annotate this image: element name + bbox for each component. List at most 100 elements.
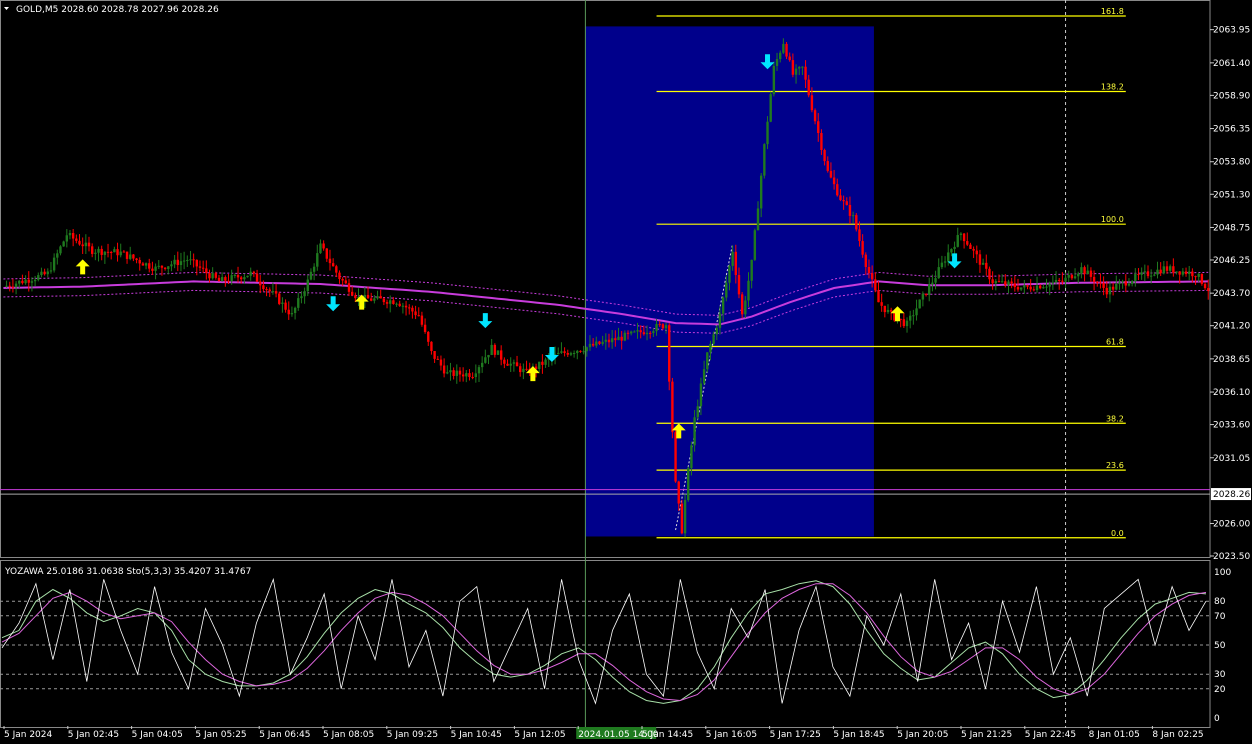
- candle-body: [1184, 271, 1188, 275]
- candle-body: [826, 161, 829, 171]
- time-tick-label: 5 Jan 08:05: [323, 730, 374, 740]
- candle-body: [1191, 271, 1194, 277]
- candle-body: [617, 336, 620, 341]
- candle-body: [1007, 281, 1010, 285]
- candle-body: [750, 259, 753, 281]
- candle-body: [848, 204, 852, 216]
- candle-body: [921, 293, 925, 300]
- candle-body: [65, 235, 69, 242]
- candle-body: [201, 267, 205, 269]
- stoch-tick-label: 50: [1214, 641, 1226, 651]
- candle-body: [1035, 285, 1039, 291]
- price-tick-label: 2041.20: [1213, 322, 1250, 332]
- candle-body: [1000, 281, 1004, 283]
- candle-body: [544, 359, 547, 365]
- time-tick-label: 5 Jan 02:45: [68, 730, 119, 740]
- candle-body: [706, 352, 709, 370]
- candle-body: [918, 299, 921, 309]
- candle-body: [30, 281, 34, 283]
- candle-body: [449, 370, 452, 373]
- candle-body: [569, 353, 573, 355]
- candle-body: [908, 315, 912, 321]
- price-chart[interactable]: 161.8 138.2 100.0 61.8 38.2 23.6 0.0 2063.95 20…: [0, 0, 1252, 744]
- candle-body: [281, 302, 284, 304]
- candle-body: [220, 277, 224, 282]
- candle-body: [639, 330, 642, 333]
- candle-body: [877, 290, 880, 303]
- candle-body: [471, 377, 474, 379]
- candle-body: [271, 291, 275, 293]
- candle-body: [1156, 269, 1159, 275]
- candle-body: [674, 432, 677, 482]
- candle-body: [373, 298, 376, 301]
- candle-body: [1111, 286, 1115, 290]
- candle-body: [205, 268, 208, 274]
- candle-body: [1073, 276, 1077, 279]
- candle-body: [595, 341, 598, 346]
- candle-body: [671, 381, 674, 433]
- candle-body: [243, 277, 246, 280]
- candle-body: [696, 406, 699, 418]
- candle-body: [985, 262, 988, 269]
- candle-body: [297, 298, 300, 308]
- candle-body: [823, 149, 826, 162]
- candle-body: [249, 271, 252, 276]
- candle-body: [347, 283, 351, 292]
- candle-body: [1121, 281, 1124, 283]
- time-tick-label: 5 Jan 06:45: [259, 730, 310, 740]
- candle-body: [262, 285, 265, 290]
- candle-body: [306, 279, 309, 292]
- candle-body: [782, 43, 785, 53]
- candle-body: [1019, 287, 1023, 290]
- candle-body: [1080, 267, 1083, 274]
- candle-body: [607, 339, 611, 343]
- candle-body: [785, 43, 788, 57]
- candle-body: [858, 229, 861, 242]
- candle-body: [100, 248, 103, 255]
- candle-body: [167, 266, 170, 269]
- candle-body: [947, 252, 950, 262]
- candle-body: [883, 305, 887, 313]
- candle-body: [699, 383, 703, 407]
- candle-body: [1048, 283, 1051, 287]
- candle-body: [78, 240, 81, 245]
- candle-body: [173, 259, 176, 265]
- stoch-tick-label: 20: [1214, 685, 1226, 695]
- candle-body: [484, 357, 487, 363]
- candle-body: [33, 279, 37, 282]
- candle-body: [962, 233, 966, 242]
- candle-body: [794, 68, 798, 75]
- candle-body: [712, 334, 715, 344]
- candle-body: [287, 309, 290, 315]
- candle-body: [966, 241, 969, 245]
- candle-body: [328, 258, 332, 264]
- candle-body: [664, 325, 668, 329]
- price-tick-label: 2033.60: [1213, 421, 1250, 431]
- candle-body: [278, 293, 281, 304]
- candle-body: [737, 275, 741, 295]
- candle-body: [395, 303, 398, 305]
- candle-body: [975, 250, 978, 255]
- candle-body: [845, 201, 848, 205]
- candle-body: [1038, 285, 1042, 289]
- fib-level-label: 0.0: [1111, 529, 1124, 538]
- candle-body: [284, 302, 287, 310]
- candle-body: [522, 368, 525, 373]
- candle-body: [956, 235, 959, 247]
- candle-body: [791, 60, 795, 75]
- candle-body: [129, 254, 132, 259]
- candle-body: [725, 282, 728, 298]
- candle-body: [496, 350, 500, 355]
- candle-body: [474, 373, 478, 378]
- candle-body: [744, 300, 747, 315]
- candle-body: [687, 468, 690, 501]
- candle-body: [52, 257, 56, 271]
- candle-body: [316, 253, 319, 267]
- candle-body: [937, 267, 940, 279]
- candle-body: [246, 275, 249, 278]
- candle-body: [90, 246, 94, 254]
- candle-body: [649, 332, 652, 334]
- candle-body: [1175, 271, 1178, 273]
- candle-body: [1010, 281, 1013, 284]
- candle-body: [810, 95, 814, 111]
